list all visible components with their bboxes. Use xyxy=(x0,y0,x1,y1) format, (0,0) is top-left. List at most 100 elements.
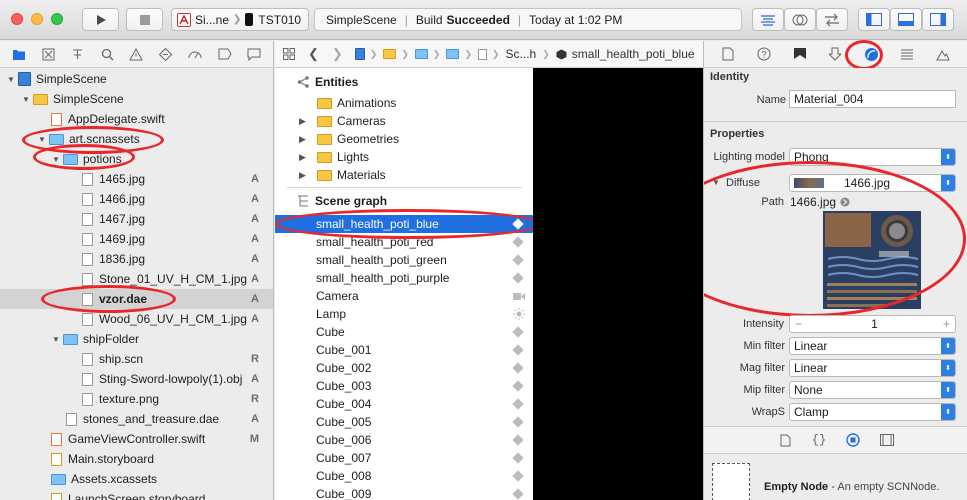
close-window-button[interactable] xyxy=(11,13,23,25)
code-snippet-library-tab[interactable]: {} xyxy=(811,432,827,448)
back-button[interactable]: ❮ xyxy=(308,46,319,62)
scene-node[interactable]: Cube xyxy=(275,323,533,341)
camera-icon xyxy=(513,292,525,300)
decrement-icon[interactable]: − xyxy=(795,317,802,331)
disclosure-closed-icon[interactable]: ▶ xyxy=(299,116,313,127)
tree-item-file[interactable]: 1836.jpg A xyxy=(0,249,273,269)
tree-item-file[interactable]: Wood_06_UV_H_CM_1.jpg A xyxy=(0,309,273,329)
node-inspector-tab[interactable] xyxy=(792,46,808,62)
physics-inspector-tab[interactable] xyxy=(899,46,915,62)
tree-item-file[interactable]: AppDelegate.swift xyxy=(0,109,273,129)
entity-folder[interactable]: ▶ Materials xyxy=(275,166,533,184)
jump-bar-file[interactable]: Sc...h xyxy=(506,47,537,61)
tree-item-file[interactable]: 1465.jpg A xyxy=(0,169,273,189)
tree-item-file[interactable]: GameViewController.swift M xyxy=(0,429,273,449)
disclosure-closed-icon[interactable]: ▶ xyxy=(299,170,313,181)
toggle-debug-area-button[interactable] xyxy=(890,8,922,31)
scene-node[interactable]: Cube_002 xyxy=(275,359,533,377)
symbol-navigator-tab[interactable] xyxy=(40,46,56,62)
tree-item-file[interactable]: ship.scn R xyxy=(0,349,273,369)
tree-item-file[interactable]: LaunchScreen.storyboard xyxy=(0,489,273,500)
min-filter-popup[interactable]: Linear ⬍ xyxy=(789,337,956,355)
dae-file-icon[interactable] xyxy=(478,48,487,60)
scene-node[interactable]: Cube_004 xyxy=(275,395,533,413)
disclosure-open-icon[interactable]: ▼ xyxy=(21,95,31,104)
forward-button[interactable]: ❯ xyxy=(332,46,343,62)
scheme-selector[interactable]: Si...ne ❯ TST010 xyxy=(171,8,309,31)
scene-node[interactable]: Cube_008 xyxy=(275,467,533,485)
scene-node[interactable]: Cube_007 xyxy=(275,449,533,467)
project-navigator-tab[interactable] xyxy=(11,46,27,62)
attributes-inspector-tab[interactable] xyxy=(827,46,843,62)
tree-item-project[interactable]: ▼ SimpleScene xyxy=(0,69,273,89)
popup-stepper-icon: ⬍ xyxy=(941,149,955,165)
entity-folder[interactable]: ▶ Lights xyxy=(275,148,533,166)
tree-item-file[interactable]: 1466.jpg A xyxy=(0,189,273,209)
zoom-window-button[interactable] xyxy=(51,13,63,25)
folder-icon[interactable] xyxy=(383,49,397,59)
blue-folder-icon[interactable] xyxy=(414,49,428,59)
entity-folder[interactable]: ▶ Cameras xyxy=(275,112,533,130)
tree-item-file[interactable]: Sting-Sword-lowpoly(1).obj A xyxy=(0,369,273,389)
tree-item-folder-assets[interactable]: Assets.xcassets xyxy=(0,469,273,489)
file-template-library-tab[interactable] xyxy=(777,432,793,448)
toggle-inspector-button[interactable] xyxy=(922,8,954,31)
media-library-tab[interactable] xyxy=(879,432,895,448)
disclosure-open-icon[interactable]: ▼ xyxy=(6,75,16,84)
tree-item-file[interactable]: Main.storyboard xyxy=(0,449,273,469)
increment-icon[interactable]: + xyxy=(943,317,950,331)
empty-node-icon[interactable] xyxy=(712,463,750,500)
svg-text:?: ? xyxy=(761,50,766,60)
run-button[interactable] xyxy=(82,8,119,31)
mip-filter-popup[interactable]: None ⬍ xyxy=(789,381,956,399)
scene-node[interactable]: Cube_001 xyxy=(275,341,533,359)
tree-item-group-simplescene[interactable]: ▼ SimpleScene xyxy=(0,89,273,109)
test-navigator-tab[interactable] xyxy=(158,46,174,62)
scene-node[interactable]: small_health_poti_green xyxy=(275,251,533,269)
project-file-icon[interactable] xyxy=(354,48,365,60)
assistant-editor-button[interactable] xyxy=(784,8,816,31)
mag-filter-popup[interactable]: Linear ⬍ xyxy=(789,359,956,377)
scene-node[interactable]: small_health_poti_purple xyxy=(275,269,533,287)
tree-item-file[interactable]: texture.png R xyxy=(0,389,273,409)
intensity-stepper[interactable]: − 1 + xyxy=(789,315,956,333)
blue-folder-icon[interactable] xyxy=(446,49,460,59)
tree-item-folder-shipfolder[interactable]: ▼ shipFolder xyxy=(0,329,273,349)
related-items-icon[interactable] xyxy=(282,47,296,61)
file-inspector-tab[interactable] xyxy=(720,46,736,62)
tree-item-file[interactable]: stones_and_treasure.dae A xyxy=(0,409,273,429)
debug-navigator-tab[interactable] xyxy=(187,46,203,62)
scene-inspector-tab[interactable] xyxy=(935,46,951,62)
scheme-device-label: TST010 xyxy=(258,12,302,27)
scene-node[interactable]: Cube_005 xyxy=(275,413,533,431)
version-editor-button[interactable] xyxy=(816,8,848,31)
disclosure-closed-icon[interactable]: ▶ xyxy=(299,134,313,145)
material-name-field[interactable]: Material_004 xyxy=(789,90,956,108)
jump-bar-node[interactable]: small_health_poti_blue xyxy=(572,47,695,61)
scene-viewport[interactable] xyxy=(533,68,703,500)
find-navigator-tab[interactable] xyxy=(99,46,115,62)
entity-folder[interactable]: Animations xyxy=(275,94,533,112)
wraps-popup[interactable]: Clamp ⬍ xyxy=(789,403,956,421)
library-item-empty-node[interactable]: Empty Node - An empty SCNNode. xyxy=(764,481,939,493)
hierarchy-navigator-tab[interactable] xyxy=(70,46,86,62)
issue-navigator-tab[interactable] xyxy=(128,46,144,62)
scene-node[interactable]: Cube_009 xyxy=(275,485,533,500)
standard-editor-button[interactable] xyxy=(752,8,784,31)
tree-item-file[interactable]: 1469.jpg A xyxy=(0,229,273,249)
disclosure-closed-icon[interactable]: ▶ xyxy=(299,152,313,163)
scene-node[interactable]: Lamp xyxy=(275,305,533,323)
scene-node[interactable]: Cube_003 xyxy=(275,377,533,395)
object-library-tab[interactable] xyxy=(845,432,861,448)
minimize-window-button[interactable] xyxy=(31,13,43,25)
report-navigator-tab[interactable] xyxy=(246,46,262,62)
scene-node[interactable]: Cube_006 xyxy=(275,431,533,449)
stop-button[interactable] xyxy=(126,8,163,31)
tree-item-file[interactable]: 1467.jpg A xyxy=(0,209,273,229)
quick-help-tab[interactable]: ? xyxy=(756,46,772,62)
toggle-navigator-button[interactable] xyxy=(858,8,890,31)
scene-node[interactable]: Camera xyxy=(275,287,533,305)
entity-folder[interactable]: ▶ Geometries xyxy=(275,130,533,148)
breakpoint-navigator-tab[interactable] xyxy=(217,46,233,62)
disclosure-open-icon[interactable]: ▼ xyxy=(51,335,61,344)
